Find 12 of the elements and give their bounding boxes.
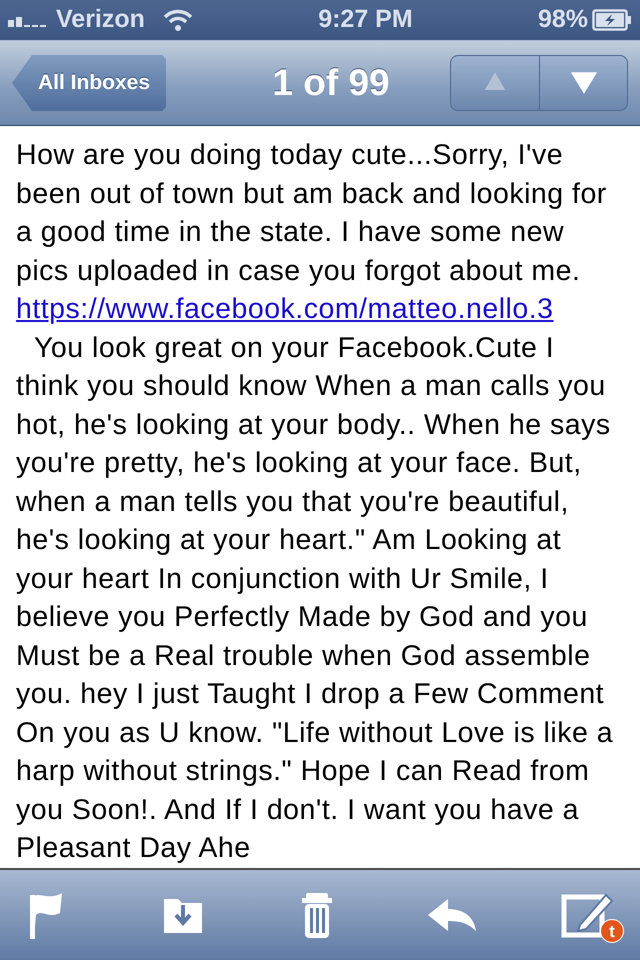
message-link[interactable]: https://www.facebook.com/matteo.nello.3 bbox=[16, 293, 554, 325]
message-text: How are you doing today cute...Sorry, I've been out of town but am back and looking for a good time in the state. I have some new pics uploaded in case you forgot about me. https://www.facebook.com/matteo.nello.3 bbox=[16, 138, 608, 327]
battery-percent: 98% bbox=[538, 4, 588, 36]
notification-badge: t bbox=[600, 919, 624, 943]
wifi-icon bbox=[162, 9, 193, 31]
battery-icon bbox=[592, 9, 632, 31]
message-text: You look great on your Facebook.Cute I think you should know When a man calls you hot, he's looking at your body.. When he says you're pretty, he's looking at your face. But, when a man tells you that you're beautiful, he's looking at your heart." Am Looking at your heart In conjunction with Ur Smile, I believe you Perfectly Made by God and you Must be a Real trouble when God assemble you. hey I just Taught I drop a Few Comment On you as U know. "Life without Love is like a harp without strings." Hope I can Read from you Soon!. And If I don't. I want you have a Pleasant Day Ahe bbox=[16, 330, 614, 866]
down-arrow-icon bbox=[568, 70, 598, 96]
message-counter: 1 of 99 bbox=[272, 61, 390, 106]
back-button[interactable]: All Inboxes bbox=[12, 55, 166, 111]
status-time: 9:27 PM bbox=[318, 4, 413, 36]
carrier-name: Verizon bbox=[56, 4, 145, 36]
